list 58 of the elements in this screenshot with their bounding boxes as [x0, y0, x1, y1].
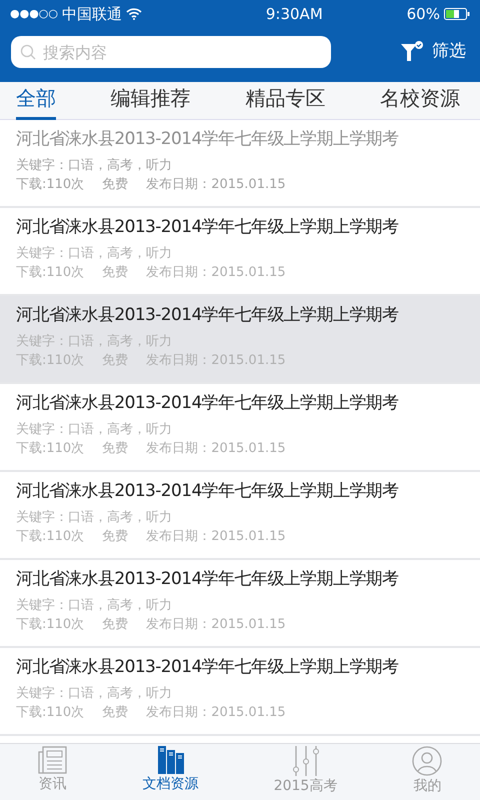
publish-date: 发布日期：2015.01.15	[146, 176, 286, 194]
category-tab[interactable]: 编辑推荐	[110, 82, 191, 120]
publish-date: 发布日期：2015.01.15	[146, 528, 286, 546]
sliders-icon	[292, 746, 320, 776]
category-tab[interactable]: 全部	[16, 82, 56, 120]
document-keywords: 关键字：口语，高考，听力	[16, 597, 172, 615]
category-tab[interactable]: 名校资源	[380, 82, 460, 120]
document-keywords: 关键字：口语，高考，听力	[16, 509, 172, 527]
document-keywords: 关键字：口语，高考，听力	[16, 245, 172, 263]
document-title: 河北省涞水县2013-2014学年七年级上学期上学期考	[16, 216, 400, 239]
download-count: 下载:110次	[16, 528, 84, 546]
profile-icon	[412, 746, 442, 776]
price-label: 免费	[102, 176, 128, 194]
document-keywords: 关键字：口语，高考，听力	[16, 685, 172, 703]
document-row[interactable]: 河北省涞水县2013-2014学年七年级上学期上学期考 关键字：口语，高考，听力 下载:110次 免费 发布日期：2015.01.15	[0, 648, 480, 736]
download-count: 下载:110次	[16, 704, 84, 722]
publish-date: 发布日期：2015.01.15	[146, 352, 286, 370]
document-title: 河北省涞水县2013-2014学年七年级上学期上学期考	[16, 304, 400, 327]
publish-date: 发布日期：2015.01.15	[146, 440, 286, 458]
price-label: 免费	[102, 616, 128, 634]
filter-button[interactable]: 筛选	[400, 39, 466, 65]
battery-icon	[444, 8, 470, 20]
document-row[interactable]: 河北省涞水县2013-2014学年七年级上学期上学期考 关键字：口语，高考，听力 下载:110次 免费 发布日期：2015.01.15	[0, 384, 480, 472]
download-count: 下载:110次	[16, 176, 84, 194]
download-count: 下载:110次	[16, 440, 84, 458]
download-count: 下载:110次	[16, 264, 84, 282]
wifi-icon	[126, 8, 142, 20]
publish-date: 发布日期：2015.01.15	[146, 704, 286, 722]
download-count: 下载:110次	[16, 352, 84, 370]
price-label: 免费	[102, 264, 128, 282]
filter-icon	[400, 41, 424, 63]
document-row[interactable]: 河北省涞水县2013-2014学年七年级上学期上学期考 关键字：口语，高考，听力 下载:110次 免费 发布日期：2015.01.15	[0, 296, 480, 384]
document-keywords: 关键字：口语，高考，听力	[16, 421, 172, 439]
price-label: 免费	[102, 704, 128, 722]
status-time: 9:30AM	[266, 4, 323, 25]
battery-percent: 60%	[406, 4, 440, 25]
price-label: 免费	[102, 528, 128, 546]
document-row[interactable]: 河北省涞水县2013-2014学年七年级上学期上学期考 关键字：口语，高考，听力 下载:110次 免费 发布日期：2015.01.15	[0, 560, 480, 648]
document-title: 河北省涞水县2013-2014学年七年级上学期上学期考	[16, 568, 400, 591]
document-keywords: 关键字：口语，高考，听力	[16, 333, 172, 351]
carrier-name: 中国联通	[62, 4, 122, 25]
download-count: 下载:110次	[16, 616, 84, 634]
document-title: 河北省涞水县2013-2014学年七年级上学期上学期考	[16, 128, 400, 151]
document-title: 河北省涞水县2013-2014学年七年级上学期上学期考	[16, 392, 400, 415]
document-title: 河北省涞水县2013-2014学年七年级上学期上学期考	[16, 480, 400, 503]
signal-strength: ●●●○○	[10, 6, 58, 22]
document-title: 河北省涞水县2013-2014学年七年级上学期上学期考	[16, 656, 400, 679]
publish-date: 发布日期：2015.01.15	[146, 616, 286, 634]
search-field[interactable]: 搜索内容	[11, 36, 331, 68]
publish-date: 发布日期：2015.01.15	[146, 264, 286, 282]
books-icon	[156, 746, 185, 774]
price-label: 免费	[102, 440, 128, 458]
newspaper-icon	[38, 746, 68, 774]
category-tab[interactable]: 精品专区	[245, 82, 326, 120]
document-keywords: 关键字：口语，高考，听力	[16, 157, 172, 175]
document-row[interactable]: 河北省涞水县2013-2014学年七年级上学期上学期考 关键字：口语，高考，听力 下载:110次 免费 发布日期：2015.01.15	[0, 472, 480, 560]
price-label: 免费	[102, 352, 128, 370]
bottom-tab[interactable]: 文档资源	[142, 744, 199, 800]
